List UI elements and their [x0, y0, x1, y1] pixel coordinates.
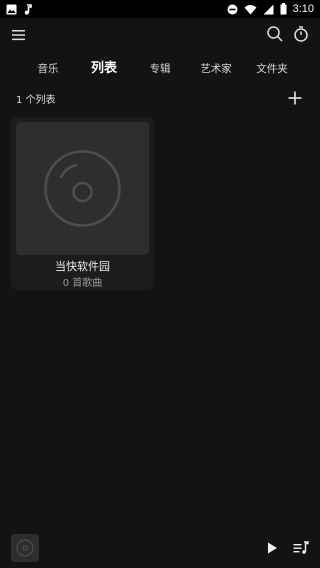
music-app: 3:10 音乐 列表 专辑 艺术家 文件夹 1 个列表 当快软件园 0 首歌曲 [0, 0, 320, 568]
list-header: 1 个列表 [0, 86, 320, 110]
signal-icon [263, 4, 274, 15]
menu-icon [12, 30, 25, 41]
sleep-timer-button[interactable] [292, 25, 310, 43]
status-left-icons [6, 3, 33, 15]
wifi-icon [244, 4, 257, 15]
player-bar [0, 528, 320, 568]
tab-music[interactable]: 音乐 [38, 56, 59, 82]
play-button[interactable] [264, 540, 280, 556]
play-icon [268, 542, 277, 554]
search-icon [267, 26, 283, 42]
add-playlist-button[interactable] [287, 90, 303, 106]
playlist-card[interactable]: 当快软件园 0 首歌曲 [11, 117, 154, 290]
status-time: 3:10 [292, 3, 314, 15]
playlist-song-count: 0 首歌曲 [62, 278, 103, 289]
battery-icon [280, 3, 287, 15]
add-icon [288, 91, 302, 105]
timer-icon [294, 26, 308, 42]
tab-albums[interactable]: 专辑 [150, 56, 171, 82]
image-notification-icon [6, 4, 17, 15]
play-queue-button[interactable] [292, 539, 310, 557]
status-bar: 3:10 [0, 0, 320, 18]
music-note-notification-icon [23, 3, 33, 15]
top-bar [0, 18, 320, 52]
playlist-count: 1 个列表 [16, 95, 56, 106]
tab-artists[interactable]: 艺术家 [200, 56, 232, 82]
disc-icon [44, 150, 121, 227]
now-playing-cover[interactable] [11, 534, 39, 562]
disc-icon [16, 539, 34, 557]
queue-icon [293, 541, 309, 554]
search-button[interactable] [266, 25, 284, 43]
tab-playlists[interactable]: 列表 [91, 56, 117, 82]
menu-button[interactable] [10, 26, 28, 44]
tab-bar: 音乐 列表 专辑 艺术家 文件夹 [0, 56, 320, 82]
tab-folders[interactable]: 文件夹 [256, 56, 288, 82]
playlist-cover [16, 122, 149, 255]
do-not-disturb-icon [227, 4, 238, 15]
playlist-title: 当快软件园 [55, 260, 110, 273]
status-right-icons: 3:10 [227, 3, 314, 15]
